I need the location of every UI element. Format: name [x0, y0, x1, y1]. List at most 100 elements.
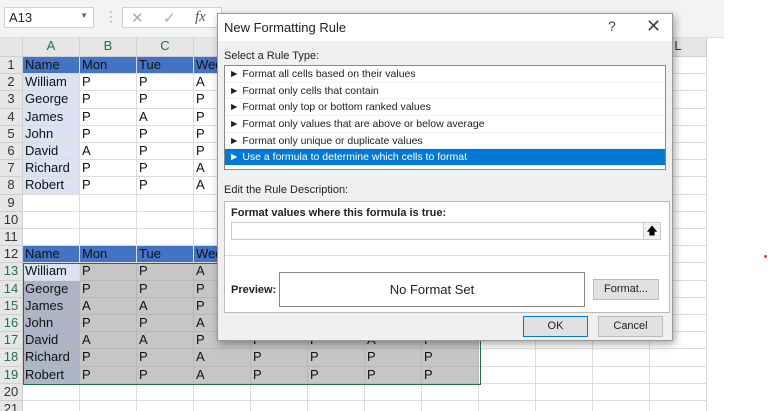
row-header-20[interactable]: 20 — [0, 383, 23, 401]
cell-A13[interactable]: William — [23, 263, 80, 281]
row-header-11[interactable]: 11 — [0, 229, 23, 247]
cell-D18[interactable]: A — [194, 349, 251, 367]
column-header-B[interactable]: B — [80, 38, 137, 57]
cell-C1[interactable]: Tue — [137, 57, 194, 75]
cell-C4[interactable]: A — [137, 108, 194, 126]
cell-A7[interactable]: Richard — [23, 160, 80, 178]
row-header-10[interactable]: 10 — [0, 211, 23, 229]
cell-C20[interactable] — [137, 383, 194, 401]
cell-C21[interactable] — [137, 401, 194, 411]
row-header-16[interactable]: 16 — [0, 315, 23, 333]
rule-type-item[interactable]: ► Format all cells based on their values — [225, 66, 665, 83]
row-header-2[interactable]: 2 — [0, 74, 23, 92]
cell-C12[interactable]: Tue — [137, 246, 194, 264]
rule-type-item[interactable]: ► Format only cells that contain — [225, 83, 665, 100]
cell-G20[interactable] — [365, 383, 422, 401]
formula-input[interactable]: 🡅 — [231, 222, 661, 240]
cell-F19[interactable]: P — [308, 366, 365, 384]
cell-C18[interactable]: P — [137, 349, 194, 367]
row-header-17[interactable]: 17 — [0, 332, 23, 350]
cell-B9[interactable] — [80, 194, 137, 212]
cell-D20[interactable] — [194, 383, 251, 401]
cell-C14[interactable]: P — [137, 280, 194, 298]
cell-B1[interactable]: Mon — [80, 57, 137, 75]
cell-G18[interactable]: P — [365, 349, 422, 367]
cell-K21[interactable] — [593, 401, 650, 411]
row-header-3[interactable]: 3 — [0, 91, 23, 109]
cell-K18[interactable] — [593, 349, 650, 367]
cell-C3[interactable]: P — [137, 91, 194, 109]
cell-K19[interactable] — [593, 366, 650, 384]
cell-L20[interactable] — [650, 383, 707, 401]
cell-J21[interactable] — [536, 401, 593, 411]
cell-A2[interactable]: William — [23, 74, 80, 92]
row-header-12[interactable]: 12 — [0, 246, 23, 264]
cell-A20[interactable] — [23, 383, 80, 401]
cell-I21[interactable] — [479, 401, 536, 411]
cell-I19[interactable] — [479, 366, 536, 384]
cell-A11[interactable] — [23, 229, 80, 247]
column-header-C[interactable]: C — [137, 38, 194, 57]
cell-B19[interactable]: P — [80, 366, 137, 384]
insert-function-icon[interactable]: fx — [195, 9, 206, 26]
row-header-21[interactable]: 21 — [0, 401, 23, 411]
cell-A16[interactable]: John — [23, 315, 80, 333]
cell-C16[interactable]: P — [137, 315, 194, 333]
rule-type-item[interactable]: ► Format only top or bottom ranked value… — [225, 99, 665, 117]
cell-B15[interactable]: A — [80, 297, 137, 315]
cell-G19[interactable]: P — [365, 366, 422, 384]
cell-C8[interactable]: P — [137, 177, 194, 195]
cell-B3[interactable]: P — [80, 91, 137, 109]
cell-L19[interactable] — [650, 366, 707, 384]
cell-H18[interactable]: P — [422, 349, 479, 367]
row-header-6[interactable]: 6 — [0, 143, 23, 161]
row-header-7[interactable]: 7 — [0, 160, 23, 178]
cell-A5[interactable]: John — [23, 125, 80, 143]
row-header-18[interactable]: 18 — [0, 349, 23, 367]
cell-B12[interactable]: Mon — [80, 246, 137, 264]
cell-B2[interactable]: P — [80, 74, 137, 92]
cell-A15[interactable]: James — [23, 297, 80, 315]
cell-L21[interactable] — [650, 401, 707, 411]
cell-I18[interactable] — [479, 349, 536, 367]
cell-A6[interactable]: David — [23, 143, 80, 161]
row-header-14[interactable]: 14 — [0, 280, 23, 298]
cell-C6[interactable]: P — [137, 143, 194, 161]
format-button[interactable]: Format... — [593, 279, 659, 300]
ok-button[interactable]: OK — [523, 316, 588, 337]
cell-B4[interactable]: P — [80, 108, 137, 126]
cell-F20[interactable] — [308, 383, 365, 401]
cell-B16[interactable]: P — [80, 315, 137, 333]
cell-A4[interactable]: James — [23, 108, 80, 126]
name-box[interactable]: A13 ▼ — [4, 7, 94, 28]
chevron-down-icon[interactable]: ▼ — [80, 11, 88, 20]
cell-A21[interactable] — [23, 401, 80, 411]
cancel-icon[interactable]: ✕ — [131, 9, 144, 27]
cell-C11[interactable] — [137, 229, 194, 247]
cell-C7[interactable]: P — [137, 160, 194, 178]
row-header-1[interactable]: 1 — [0, 57, 23, 75]
cancel-button[interactable]: Cancel — [598, 316, 663, 337]
cell-A3[interactable]: George — [23, 91, 80, 109]
cell-B10[interactable] — [80, 211, 137, 229]
cell-B20[interactable] — [80, 383, 137, 401]
cell-C15[interactable]: A — [137, 297, 194, 315]
cell-J19[interactable] — [536, 366, 593, 384]
column-header-A[interactable]: A — [23, 38, 80, 57]
cell-A10[interactable] — [23, 211, 80, 229]
cell-E19[interactable]: P — [251, 366, 308, 384]
rule-type-item[interactable]: ► Format only values that are above or b… — [225, 116, 665, 133]
cell-C5[interactable]: P — [137, 125, 194, 143]
row-header-8[interactable]: 8 — [0, 177, 23, 195]
cell-E20[interactable] — [251, 383, 308, 401]
cell-F21[interactable] — [308, 401, 365, 411]
cell-B5[interactable]: P — [80, 125, 137, 143]
cell-A18[interactable]: Richard — [23, 349, 80, 367]
cell-B17[interactable]: A — [80, 332, 137, 350]
cell-C13[interactable]: P — [137, 263, 194, 281]
cell-F18[interactable]: P — [308, 349, 365, 367]
cell-A12[interactable]: Name — [23, 246, 80, 264]
cell-A14[interactable]: George — [23, 280, 80, 298]
rule-type-item-selected[interactable]: ► Use a formula to determine which cells… — [225, 149, 665, 167]
cell-H21[interactable] — [422, 401, 479, 411]
